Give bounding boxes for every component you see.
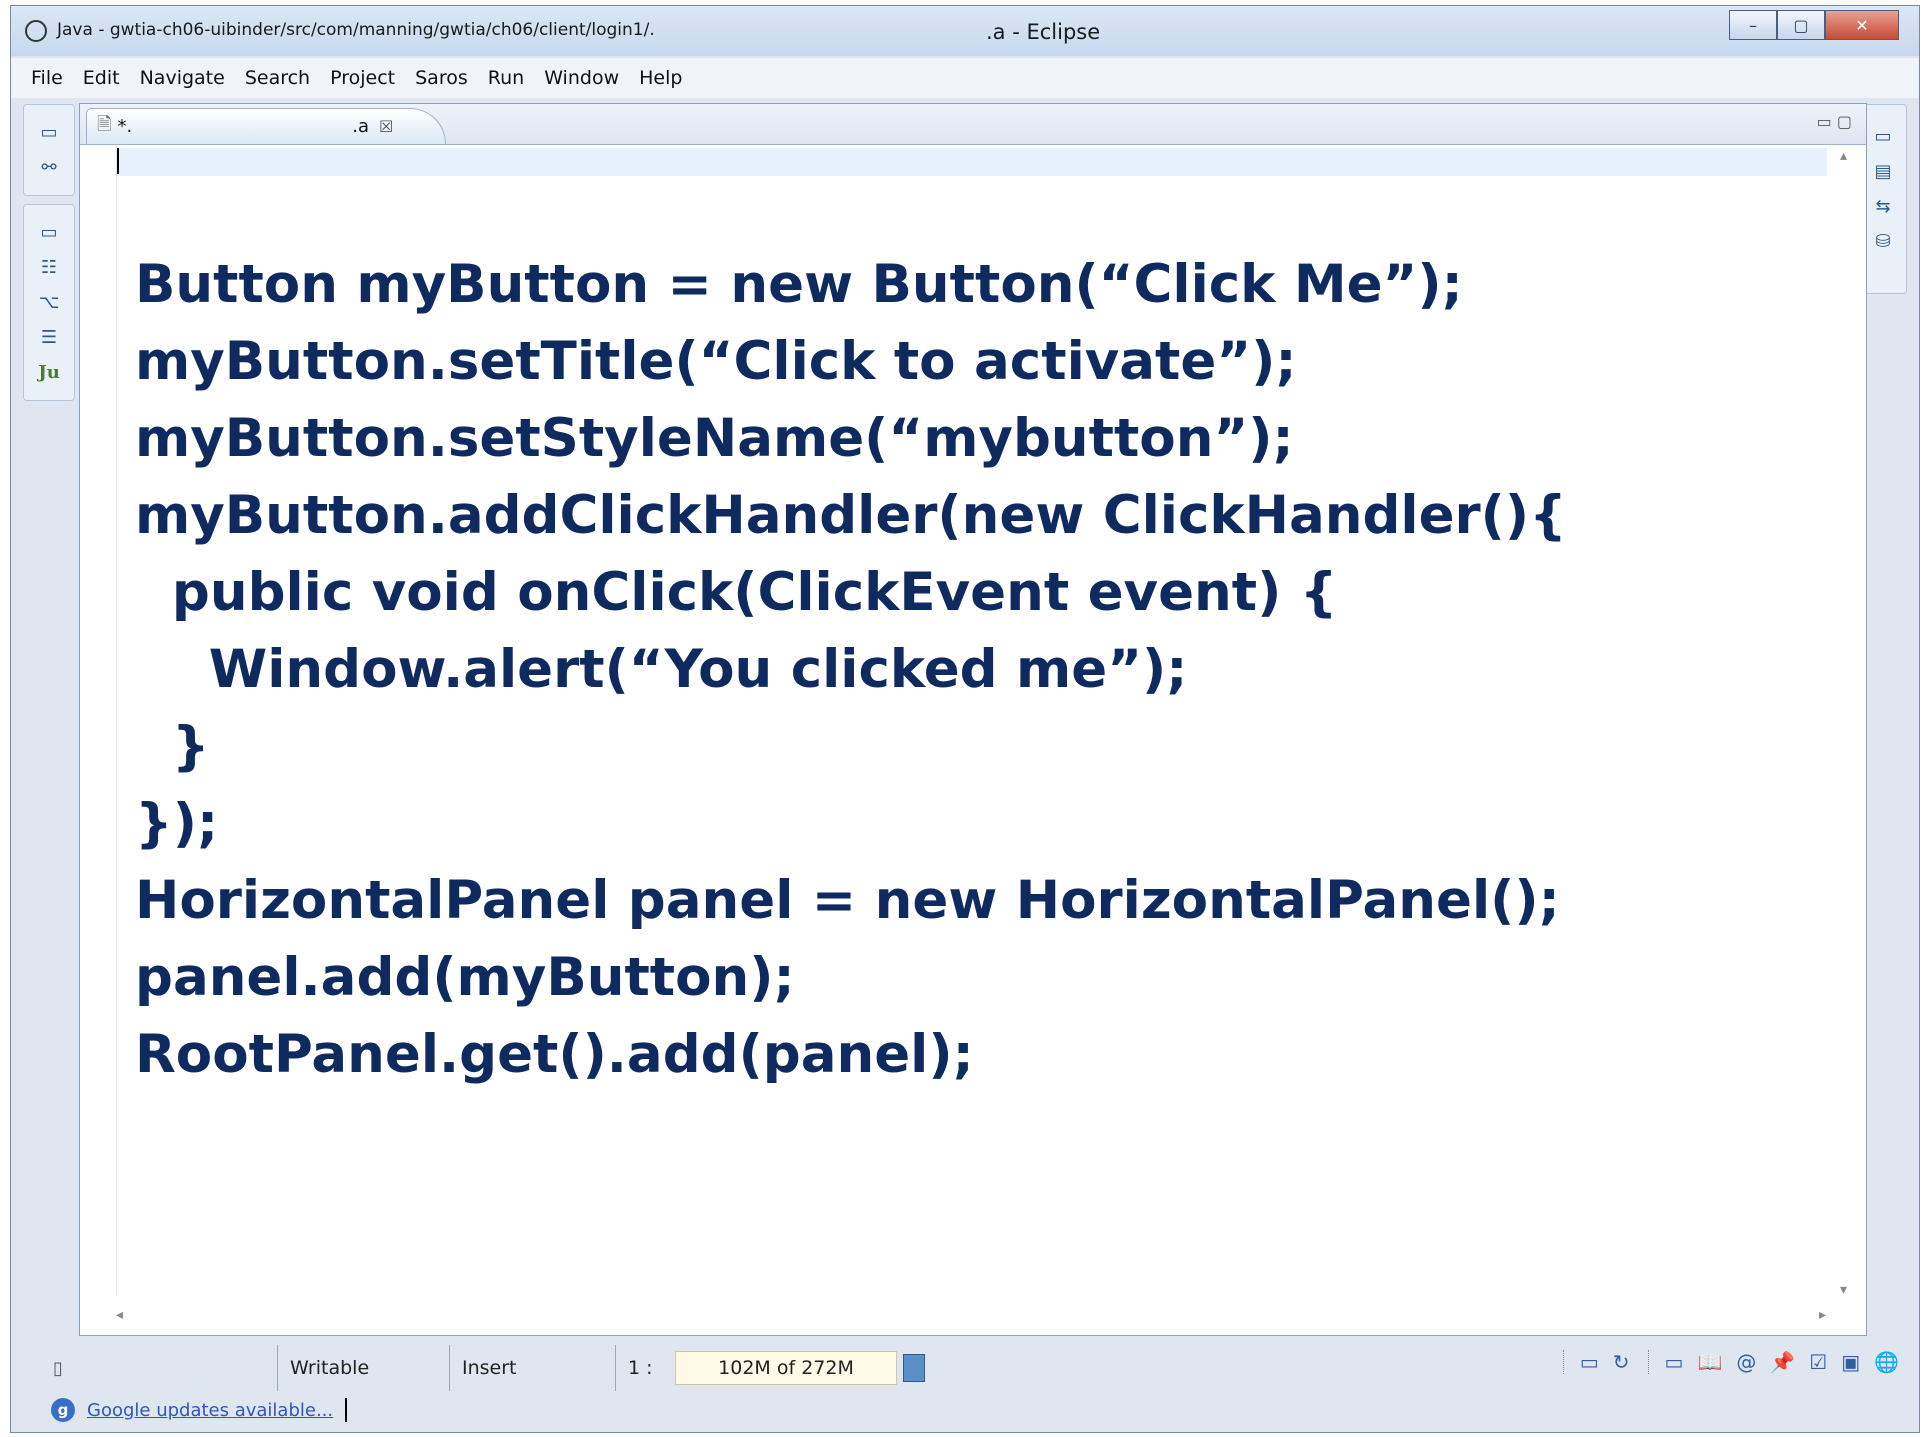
pin-icon[interactable]: 📌 (1770, 1350, 1795, 1374)
menu-search[interactable]: Search (245, 67, 310, 89)
code-line: public void onClick(ClickEvent event) { (135, 562, 1338, 623)
eclipse-window: Java - gwtia-ch06-uibinder/src/com/manni… (10, 5, 1920, 1433)
book-icon[interactable]: 📖 (1697, 1350, 1722, 1374)
status-writable: Writable (277, 1345, 449, 1391)
code-line: myButton.setStyleName(“mybutton”); (135, 408, 1294, 469)
eclipse-logo-icon (25, 20, 47, 42)
outline-icon[interactable]: ☷ (41, 257, 57, 278)
tab-extension: .a (352, 116, 369, 137)
tasks-icon[interactable]: ▤ (1874, 161, 1891, 182)
editor-tab[interactable]: 🗎 *. .a ☒ (86, 108, 446, 144)
updates-notice: g Google updates available... (51, 1398, 348, 1422)
window-title-app: .a - Eclipse (986, 20, 1101, 44)
code-editor[interactable]: Button myButton = new Button(“Click Me”)… (116, 146, 1827, 1296)
menu-run[interactable]: Run (488, 67, 524, 89)
maximize-view-icon[interactable]: ▢ (1837, 112, 1852, 131)
restore-icon[interactable]: ▭ (1874, 126, 1891, 147)
network-icon[interactable]: 🌐 (1874, 1350, 1899, 1374)
sync-icon[interactable]: ⇆ (1875, 196, 1890, 217)
tree-icon[interactable]: ⌥ (39, 292, 60, 313)
tab-label: *. (117, 116, 133, 137)
restore-icon[interactable]: ▭ (40, 122, 57, 143)
minimize-view-icon[interactable]: ▭ (1817, 112, 1832, 131)
restore-icon[interactable]: ▭ (1665, 1350, 1684, 1374)
editor-tab-bar: 🗎 *. .a ☒ ▭ ▢ (80, 104, 1866, 145)
code-line: RootPanel.get().add(panel); (135, 1024, 974, 1085)
text-caret (117, 148, 119, 174)
window-title-path: Java - gwtia-ch06-uibinder/src/com/manni… (57, 20, 655, 40)
scroll-down-icon[interactable]: ▾ (1840, 1282, 1847, 1298)
gc-trash-icon[interactable] (903, 1354, 925, 1382)
scroll-right-icon[interactable]: ▸ (1819, 1307, 1826, 1323)
left-trim-panel-top: ▭ ⚯ (23, 104, 75, 196)
vertical-scrollbar[interactable]: ▴ ▾ (1832, 148, 1860, 1298)
google-updates-icon: g (51, 1398, 75, 1422)
code-line: }); (135, 793, 219, 854)
code-line: HorizontalPanel panel = new HorizontalPa… (135, 870, 1560, 931)
menu-navigate[interactable]: Navigate (140, 67, 225, 89)
code-line: Button myButton = new Button(“Click Me”)… (135, 254, 1463, 315)
maximize-button[interactable]: ▢ (1777, 10, 1825, 40)
hierarchy-icon[interactable]: ⚯ (41, 157, 56, 178)
code-line: myButton.setTitle(“Click to activate”); (135, 331, 1297, 392)
at-sign-icon[interactable]: @ (1736, 1350, 1756, 1374)
refresh-icon[interactable]: ↻ (1613, 1350, 1630, 1374)
restore-icon[interactable]: ▭ (40, 222, 57, 243)
menu-bar: File Edit Navigate Search Project Saros … (11, 58, 1919, 98)
database-icon[interactable]: ⛁ (1875, 231, 1890, 252)
title-bar: Java - gwtia-ch06-uibinder/src/com/manni… (11, 6, 1919, 56)
tab-close-icon[interactable]: ☒ (379, 117, 393, 136)
package-explorer-icon[interactable]: ☰ (41, 327, 57, 348)
close-button[interactable]: ✕ (1825, 10, 1899, 40)
code-line: Window.alert(“You clicked me”); (135, 639, 1188, 700)
view-controls: ▭ ▢ (1817, 112, 1852, 131)
updates-link[interactable]: Google updates available... (87, 1400, 333, 1421)
fast-view-icon[interactable]: ▯ (53, 1358, 63, 1379)
menu-help[interactable]: Help (639, 67, 682, 89)
menu-file[interactable]: File (31, 67, 63, 89)
horizontal-scrollbar[interactable]: ◂ ▸ (116, 1305, 1826, 1329)
menu-project[interactable]: Project (330, 67, 395, 89)
current-line-highlight (117, 148, 1827, 176)
restore-icon[interactable]: ▭ (1580, 1350, 1599, 1374)
minimize-button[interactable]: – (1729, 10, 1777, 40)
status-cursor-position: 1 : (615, 1345, 675, 1391)
editor-area: 🗎 *. .a ☒ ▭ ▢ Button myButton = new Butt… (79, 103, 1867, 1336)
scroll-up-icon[interactable]: ▴ (1840, 148, 1847, 164)
left-trim-panel-bottom: ▭ ☷ ⌥ ☰ Ju (23, 204, 75, 401)
heap-status: 102M of 272M (675, 1351, 897, 1385)
status-insert-mode: Insert (449, 1345, 615, 1391)
checklist-icon[interactable]: ☑ (1809, 1350, 1827, 1374)
menu-edit[interactable]: Edit (83, 67, 120, 89)
menu-window[interactable]: Window (544, 67, 619, 89)
scroll-left-icon[interactable]: ◂ (116, 1307, 123, 1323)
menu-saros[interactable]: Saros (415, 67, 468, 89)
console-icon[interactable]: ▣ (1841, 1350, 1860, 1374)
left-trim-stack: ▭ ⚯ ▭ ☷ ⌥ ☰ Ju (23, 104, 75, 444)
code-line: myButton.addClickHandler(new ClickHandle… (135, 485, 1567, 546)
status-tray: ▭ ↻ ▭ 📖 @ 📌 ☑ ▣ 🌐 (1562, 1350, 1899, 1374)
code-block: Button myButton = new Button(“Click Me”)… (135, 246, 1567, 1093)
file-icon: 🗎 (97, 113, 112, 135)
code-line: } (135, 716, 210, 777)
status-divider (345, 1398, 348, 1422)
junit-icon[interactable]: Ju (38, 362, 60, 383)
code-line: panel.add(myButton); (135, 947, 795, 1008)
